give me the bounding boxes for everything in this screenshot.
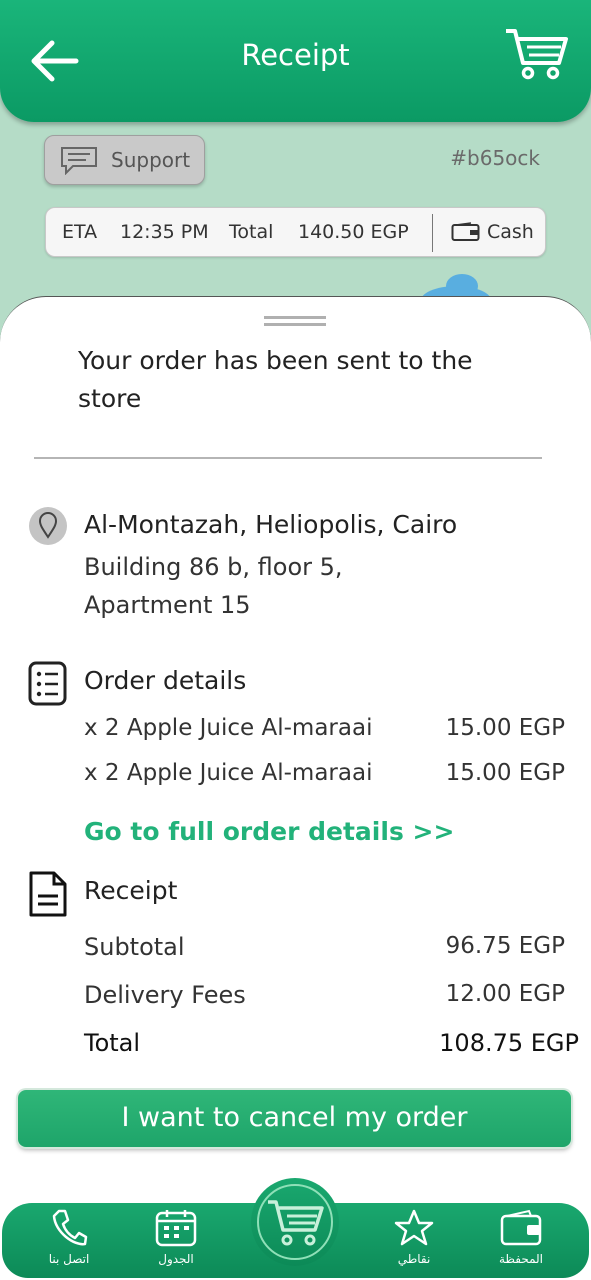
payment-method: Cash	[487, 221, 534, 243]
nav-schedule[interactable]: الجدول	[131, 1208, 221, 1278]
nav-contact-label: اتصل بنا	[48, 1252, 90, 1266]
eta-value: 12:35 PM	[120, 221, 209, 243]
total-label: Total	[229, 221, 274, 243]
address-title: Al-Montazah, Heliopolis, Cairo	[84, 510, 458, 539]
order-code: #b65ock	[450, 146, 540, 170]
cart-icon	[506, 29, 568, 80]
status-message: Your order has been sent to the store	[78, 346, 473, 413]
document-icon	[28, 870, 68, 918]
sheet-handle[interactable]	[264, 316, 326, 326]
cart-icon	[268, 1200, 324, 1246]
calendar-icon	[155, 1210, 197, 1247]
nav-schedule-label: الجدول	[158, 1252, 194, 1266]
delivery-fees-value: 12.00 EGP	[445, 981, 565, 1007]
divider	[34, 457, 542, 459]
location-pin-icon	[28, 506, 68, 546]
order-item-name: x 2 Apple Juice Al-maraai	[84, 715, 373, 741]
support-button[interactable]: Support	[44, 135, 205, 185]
wallet-icon	[451, 222, 481, 247]
full-order-details-link[interactable]: Go to full order details >>	[84, 817, 454, 846]
order-item-price: 15.00 EGP	[445, 760, 565, 786]
address-line-1: Building 86 b, floor 5,	[84, 553, 343, 581]
order-item-price: 15.00 EGP	[445, 715, 565, 741]
total-label: Total	[84, 1029, 141, 1057]
app-header: Receipt	[0, 0, 591, 122]
order-details-title: Order details	[84, 666, 247, 695]
nav-cart-button[interactable]	[251, 1178, 339, 1266]
cancel-order-button[interactable]: I want to cancel my order	[18, 1090, 571, 1147]
subtotal-label: Subtotal	[84, 933, 185, 961]
nav-points-label: نقاطي	[397, 1252, 431, 1266]
star-icon	[394, 1209, 434, 1246]
order-item-name: x 2 Apple Juice Al-maraai	[84, 760, 373, 786]
address-line-2: Apartment 15	[84, 591, 251, 619]
nav-contact-us[interactable]: اتصل بنا	[24, 1208, 114, 1278]
eta-label: ETA	[62, 221, 98, 243]
nav-points[interactable]: نقاطي	[369, 1208, 459, 1278]
cart-button[interactable]	[500, 22, 572, 84]
subtotal-value: 96.75 EGP	[445, 933, 565, 959]
total-value: 108.75 EGP	[439, 1029, 579, 1057]
nav-wallet-label: المحفظة	[498, 1252, 544, 1266]
phone-icon	[52, 1209, 88, 1246]
info-divider	[432, 214, 433, 252]
order-info-bar: ETA 12:35 PM Total 140.50 EGP Cash	[45, 207, 546, 257]
wallet-icon	[500, 1209, 542, 1246]
list-icon	[28, 661, 68, 707]
delivery-fees-label: Delivery Fees	[84, 981, 246, 1009]
support-label: Support	[111, 148, 191, 172]
nav-wallet[interactable]: المحفظة	[476, 1208, 566, 1278]
total-value: 140.50 EGP	[298, 221, 409, 243]
receipt-title: Receipt	[84, 876, 178, 905]
chat-icon	[61, 147, 97, 175]
